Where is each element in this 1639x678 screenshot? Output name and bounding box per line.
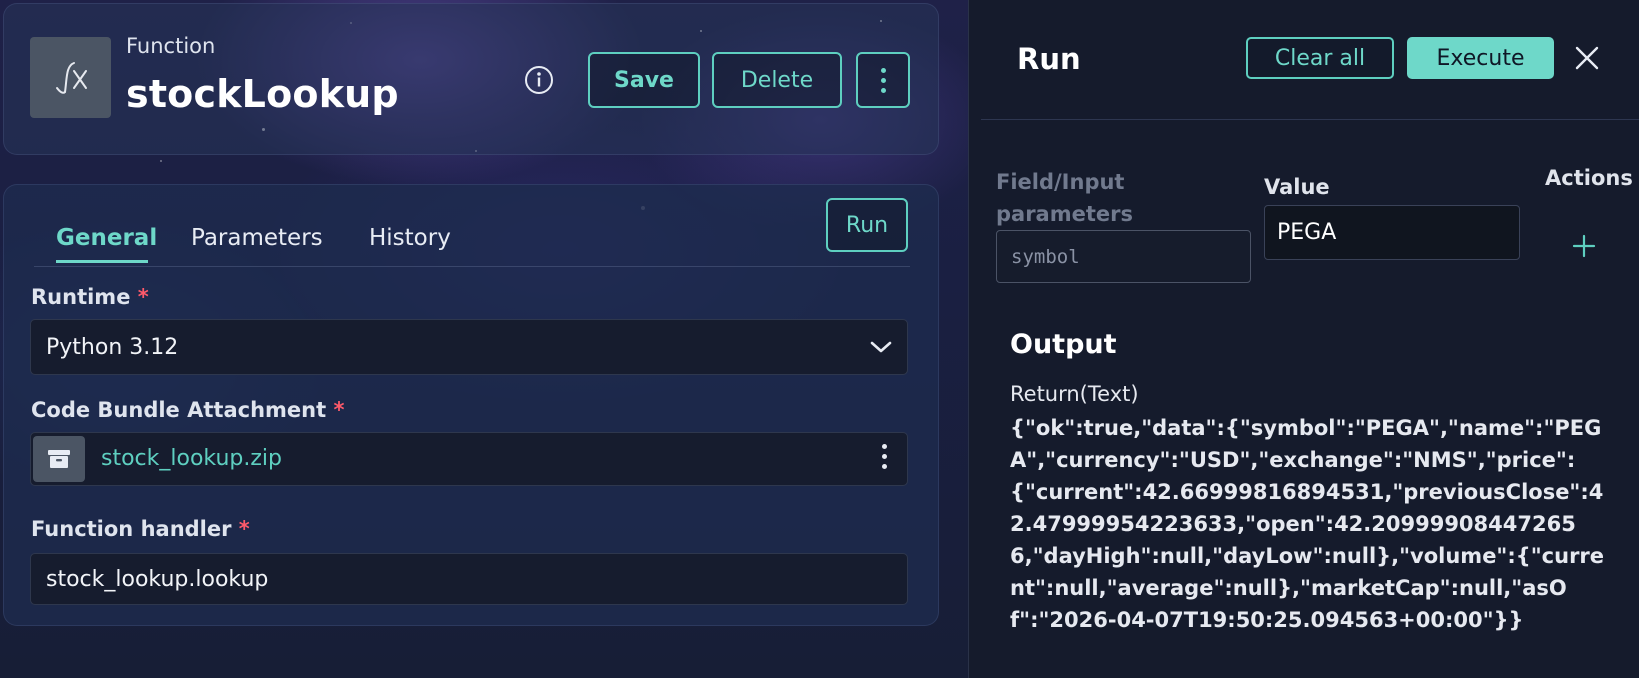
- param-value-input[interactable]: PEGA: [1264, 205, 1520, 260]
- run-panel: Run Clear all Execute Field/Input parame…: [968, 0, 1639, 678]
- delete-button[interactable]: Delete: [712, 52, 842, 108]
- archive-icon: [33, 436, 85, 482]
- tab-history[interactable]: History: [369, 225, 451, 251]
- active-tab-indicator: [56, 260, 148, 263]
- clear-all-button[interactable]: Clear all: [1246, 37, 1394, 79]
- panel-divider: [981, 119, 1639, 120]
- runtime-value: Python 3.12: [46, 334, 179, 360]
- run-panel-title: Run: [1017, 42, 1081, 76]
- info-icon[interactable]: [523, 64, 555, 96]
- code-bundle-label: Code Bundle Attachment *: [31, 398, 345, 422]
- field-input-parameters-header: Field/Input parameters: [996, 170, 1133, 226]
- output-type: Return(Text): [1010, 382, 1139, 406]
- param-name-field: symbol: [996, 230, 1251, 283]
- attachment-file-link[interactable]: stock_lookup.zip: [101, 446, 282, 471]
- tab-general[interactable]: General: [56, 225, 157, 251]
- function-handler-label: Function handler *: [31, 517, 250, 541]
- function-icon: [30, 37, 111, 118]
- execute-button[interactable]: Execute: [1407, 37, 1554, 79]
- code-bundle-attachment[interactable]: stock_lookup.zip: [30, 432, 908, 486]
- chevron-down-icon: [870, 341, 892, 353]
- actions-header: Actions: [1545, 166, 1633, 190]
- function-kind-label: Function: [126, 34, 216, 58]
- runtime-select[interactable]: Python 3.12: [30, 319, 908, 375]
- close-icon[interactable]: [1574, 45, 1600, 71]
- run-button[interactable]: Run: [826, 198, 908, 252]
- more-options-button[interactable]: [856, 52, 910, 108]
- value-header: Value: [1264, 175, 1330, 199]
- plus-icon[interactable]: [1571, 233, 1597, 259]
- runtime-label: Runtime *: [31, 285, 149, 309]
- output-title: Output: [1010, 329, 1117, 360]
- function-name-title: stockLookup: [126, 72, 399, 116]
- function-handler-input[interactable]: stock_lookup.lookup: [30, 553, 908, 605]
- kebab-icon: [880, 67, 886, 93]
- tab-parameters[interactable]: Parameters: [191, 225, 323, 251]
- output-text: {"ok":true,"data":{"symbol":"PEGA","name…: [1010, 416, 1605, 632]
- attachment-menu-icon[interactable]: [882, 444, 887, 469]
- function-handler-value: stock_lookup.lookup: [46, 566, 269, 592]
- save-button[interactable]: Save: [588, 52, 700, 108]
- tab-bar: General Parameters History: [34, 211, 910, 267]
